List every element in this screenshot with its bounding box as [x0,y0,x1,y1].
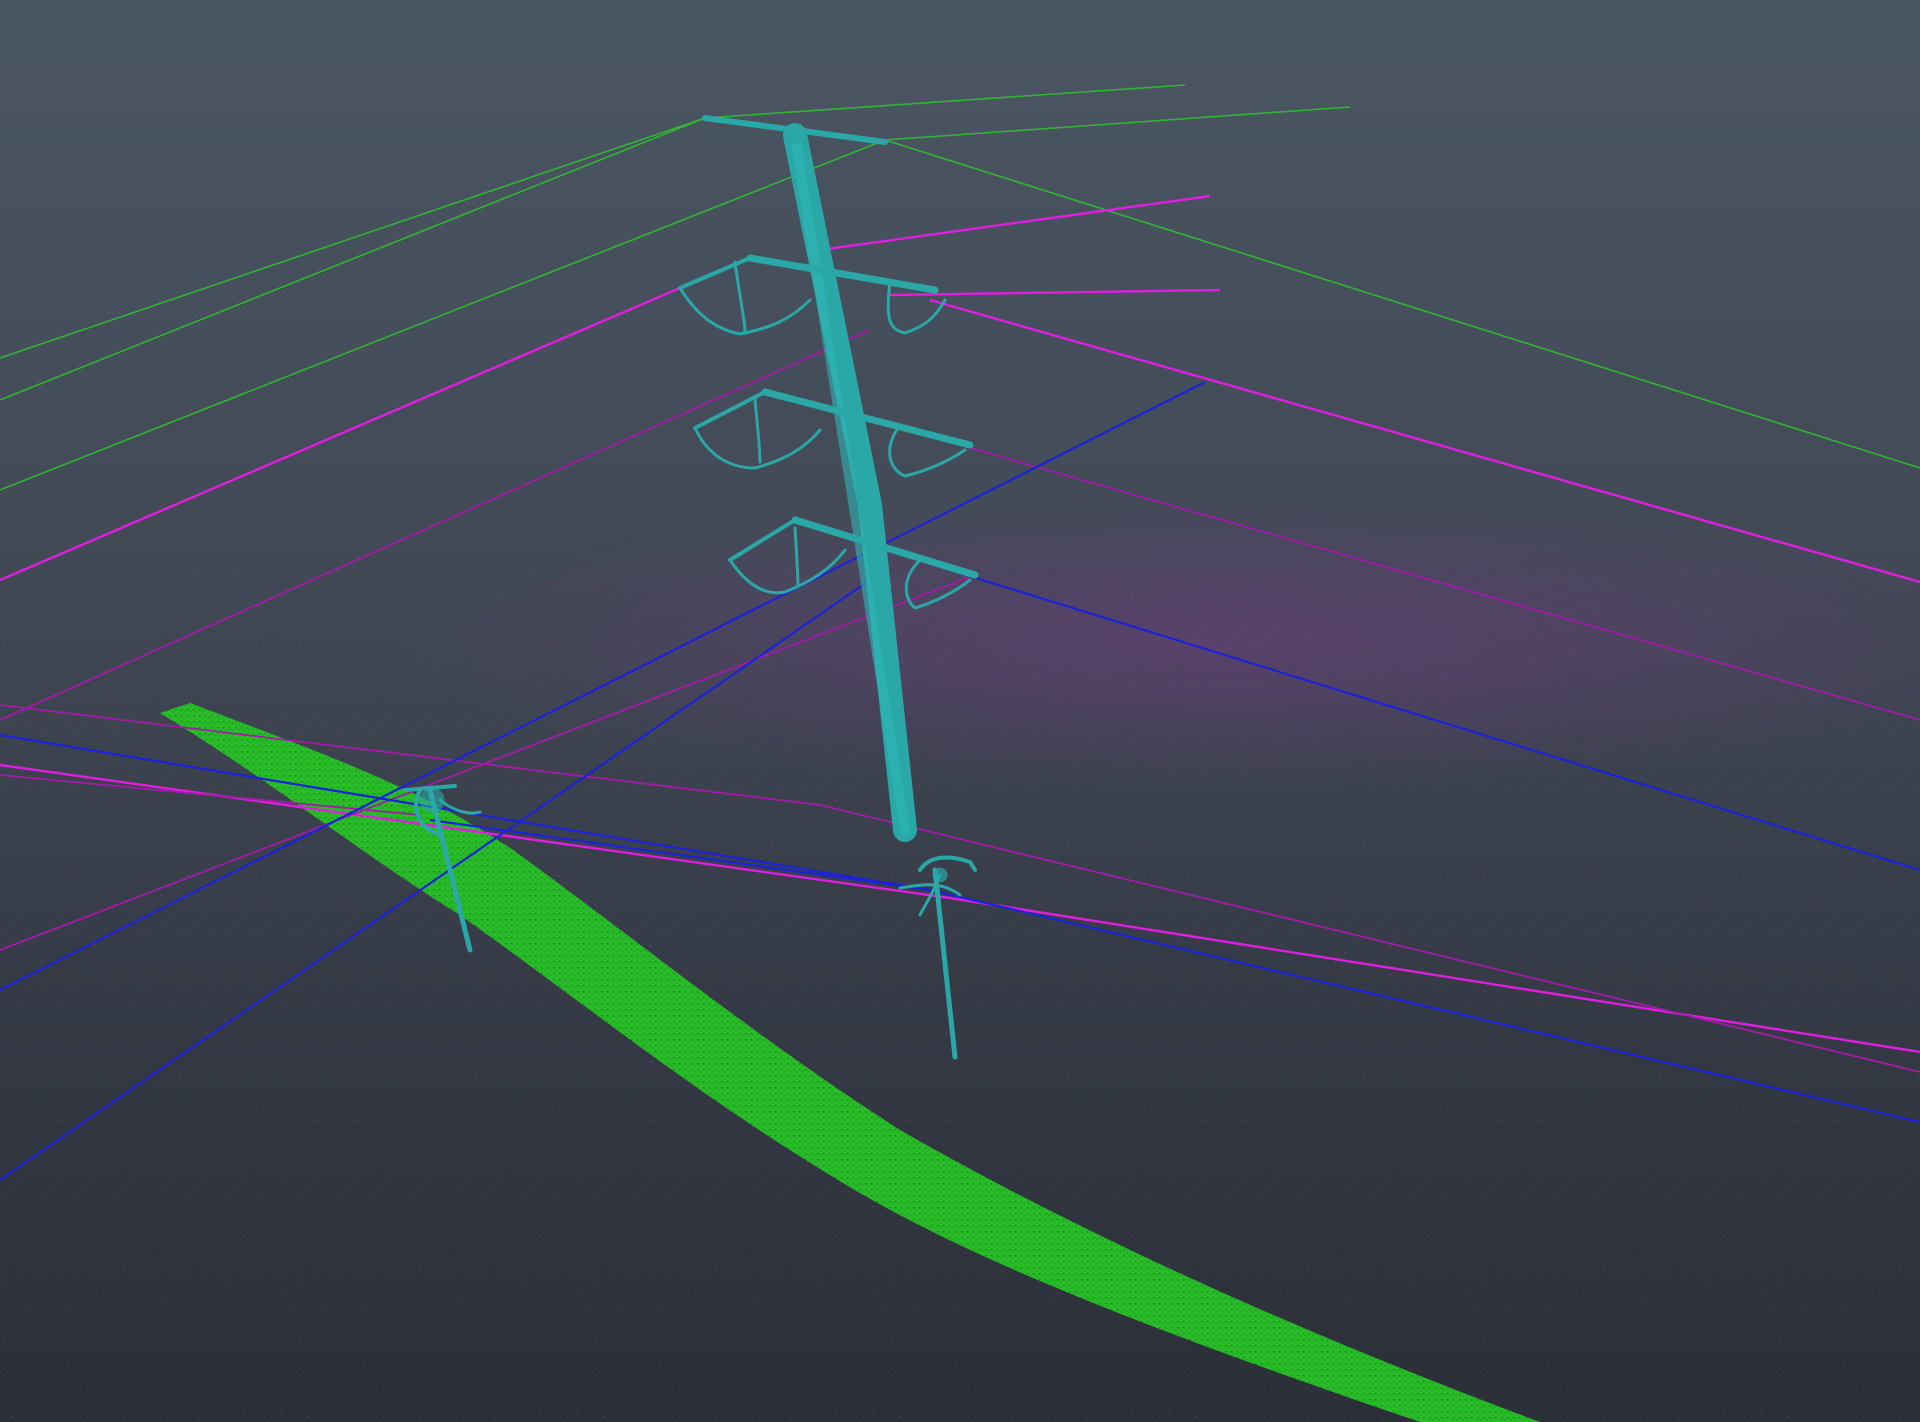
ground-wire-right-far [884,139,1920,469]
ground-wire-left-lower [0,117,706,401]
point-cloud-scene[interactable] [0,0,1920,1422]
point-cloud-viewport[interactable] [0,0,1920,1422]
conductor-right-1 [819,194,1211,252]
ground-wire-left-far [0,139,886,491]
ground-noise-layer [0,490,1920,1422]
ground-wires [0,84,1920,491]
ground-wire-right-upper [704,84,1186,119]
conductor-right-2 [889,288,1221,297]
ground-wire-right-mid [884,106,1351,141]
